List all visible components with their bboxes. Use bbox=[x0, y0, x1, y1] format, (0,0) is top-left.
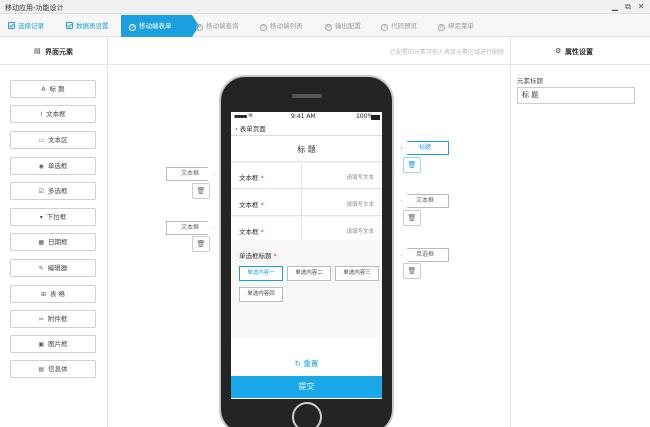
text-input[interactable]: 请填写文本 bbox=[346, 227, 374, 235]
check-icon bbox=[66, 16, 73, 29]
nav-bar: ‹ 表单页面 bbox=[231, 123, 382, 136]
canvas-hint: 已配置的元素可拖入表单元素区域进行删除 bbox=[389, 49, 504, 56]
table-icon: ⊞ bbox=[40, 291, 46, 298]
component-radio[interactable]: ◉ 单选框 bbox=[10, 157, 96, 175]
flag-textbox-1[interactable]: 文本框 bbox=[166, 167, 214, 181]
wifi-icon: ≋ bbox=[248, 112, 254, 119]
phone-preview: ▪▪▪▪ ≋ 9:41 AM 100% ‹ 表单页面 标 题 文本框 * 请填写文… bbox=[219, 75, 394, 427]
home-button[interactable] bbox=[292, 402, 322, 427]
component-title[interactable]: A标 题 bbox=[10, 80, 96, 98]
step-5[interactable]: 5 移动端列表 bbox=[260, 15, 303, 37]
title-bar: 移动应用-功能设计 ▁ ⧉ ✕ bbox=[0, 0, 650, 14]
text-input[interactable]: 请填写文本 bbox=[346, 200, 374, 208]
back-chevron-icon[interactable]: ‹ bbox=[235, 125, 238, 133]
form-title[interactable]: 标 题 bbox=[231, 137, 382, 162]
canvas-header: 已配置的元素可拖入表单元素区域进行删除 bbox=[108, 37, 510, 65]
back-label[interactable]: 表单页面 bbox=[240, 125, 266, 133]
elements-panel-title: 界面元素 bbox=[45, 48, 73, 56]
flag-textbox-2[interactable]: 文本框 bbox=[166, 221, 214, 235]
properties-panel-header: ⚙ 属性设置 bbox=[511, 37, 650, 65]
trash-icon[interactable]: 🗑 bbox=[403, 210, 421, 226]
component-attachment[interactable]: ✂ 附件框 bbox=[10, 310, 96, 328]
radio-group[interactable]: 单选框标题 * 单选内容一 单选内容二 单选内容三 单选内容四 bbox=[231, 240, 382, 337]
info-icon: ▤ bbox=[38, 366, 45, 373]
trash-icon[interactable]: 🗑 bbox=[403, 263, 421, 279]
reset-button[interactable]: ↻ 重置 bbox=[231, 354, 382, 374]
radio-option[interactable]: 单选内容二 bbox=[287, 266, 331, 281]
component-table[interactable]: ⊞ 表 格 bbox=[10, 285, 96, 303]
wizard-steps: 选择记录 数据表设置 3 移动端表单 4 移动端查询 5 移动端列表 6 输出配置 7代… bbox=[0, 15, 650, 37]
check-icon bbox=[8, 16, 15, 29]
component-textbox[interactable]: I 文本框 bbox=[10, 105, 96, 123]
required-mark: * bbox=[260, 201, 264, 209]
phone-speaker bbox=[292, 94, 322, 98]
component-textarea[interactable]: ▭ 文本区 bbox=[10, 131, 96, 149]
calendar-icon: ▦ bbox=[38, 239, 45, 246]
form-row[interactable]: 文本框 * 请填写文本 bbox=[231, 190, 382, 216]
radio-icon: ◉ bbox=[38, 163, 44, 170]
component-checkbox[interactable]: ☑ 多选框 bbox=[10, 182, 96, 200]
component-date[interactable]: ▦ 日期框 bbox=[10, 233, 96, 251]
status-time: 9:41 AM bbox=[291, 113, 316, 120]
text-input[interactable]: 请填写文本 bbox=[346, 173, 374, 181]
textarea-icon: ▭ bbox=[38, 137, 45, 144]
flag-textbox-3[interactable]: 文本框 bbox=[401, 194, 449, 208]
properties-panel: ⚙ 属性设置 元素标题 标 题 bbox=[510, 37, 650, 427]
step-1[interactable]: 选择记录 bbox=[8, 15, 44, 37]
minimize-icon[interactable]: ▁ bbox=[610, 2, 620, 12]
radio-option[interactable]: 单选内容一 bbox=[239, 266, 283, 281]
title-icon: A bbox=[41, 86, 46, 93]
step-4[interactable]: 4 移动端查询 bbox=[196, 15, 239, 37]
attachment-icon: ✂ bbox=[38, 316, 44, 323]
required-mark: * bbox=[273, 252, 277, 260]
flag-title[interactable]: 标题 bbox=[401, 141, 449, 155]
window-title: 移动应用-功能设计 bbox=[5, 4, 64, 12]
close-icon[interactable]: ✕ bbox=[636, 2, 646, 12]
trash-icon[interactable]: 🗑 bbox=[192, 236, 210, 252]
form-body: 标 题 文本框 * 请填写文本 文本框 * 请填写文本 文本框 * 请填写文本 单选框… bbox=[231, 137, 382, 337]
element-title-input[interactable]: 标 题 bbox=[517, 87, 635, 104]
required-mark: * bbox=[260, 228, 264, 236]
step-8[interactable]: 8 绑定菜单 bbox=[438, 15, 474, 37]
status-bar: ▪▪▪▪ ≋ 9:41 AM 100% bbox=[231, 112, 382, 123]
trash-icon[interactable]: 🗑 bbox=[192, 183, 210, 199]
component-dropdown[interactable]: ▾ 下拉框 bbox=[10, 208, 96, 226]
dropdown-icon: ▾ bbox=[39, 214, 43, 221]
step-7[interactable]: 7 代码预览 bbox=[381, 15, 417, 37]
signal-icon: ▪▪▪▪ bbox=[234, 113, 247, 120]
step-6[interactable]: 6 输出配置 bbox=[325, 15, 361, 37]
text-cursor-icon: I bbox=[40, 111, 43, 118]
required-mark: * bbox=[260, 174, 264, 182]
radio-option[interactable]: 单选内容三 bbox=[335, 266, 379, 281]
edit-icon: ✎ bbox=[38, 265, 44, 272]
elements-panel-header: ▤ 界面元素 bbox=[0, 37, 108, 65]
battery-icon bbox=[371, 115, 380, 120]
maximize-icon[interactable]: ⧉ bbox=[623, 2, 633, 12]
phone-screen: ▪▪▪▪ ≋ 9:41 AM 100% ‹ 表单页面 标 题 文本框 * 请填写文… bbox=[231, 112, 382, 399]
step-3-current[interactable]: 3 移动端表单 bbox=[121, 15, 192, 37]
image-icon: ▣ bbox=[38, 341, 45, 348]
gear-icon: ⚙ bbox=[555, 47, 562, 55]
submit-button[interactable]: 提交 bbox=[231, 376, 382, 398]
properties-panel-title: 属性设置 bbox=[565, 48, 593, 56]
component-image[interactable]: ▣ 图片框 bbox=[10, 335, 96, 353]
flag-radio[interactable]: 单选框 bbox=[401, 248, 449, 262]
component-editor[interactable]: ✎ 编辑器 bbox=[10, 259, 96, 277]
element-title-label: 元素标题 bbox=[517, 77, 543, 85]
form-row[interactable]: 文本框 * 请填写文本 bbox=[231, 163, 382, 189]
elements-panel: ▤ 界面元素 A标 题 I 文本框 ▭ 文本区 ◉ 单选框 ☑ 多选框 ▾ 下拉框 ▦ 日期… bbox=[0, 37, 108, 427]
radio-option[interactable]: 单选内容四 bbox=[239, 287, 283, 302]
checkbox-icon: ☑ bbox=[38, 188, 44, 195]
refresh-icon: ↻ bbox=[294, 359, 301, 368]
step-2[interactable]: 数据表设置 bbox=[66, 15, 109, 37]
component-info[interactable]: ▤ 信息体 bbox=[10, 360, 96, 378]
trash-icon[interactable]: 🗑 bbox=[403, 157, 421, 173]
layout-icon: ▤ bbox=[34, 47, 41, 55]
